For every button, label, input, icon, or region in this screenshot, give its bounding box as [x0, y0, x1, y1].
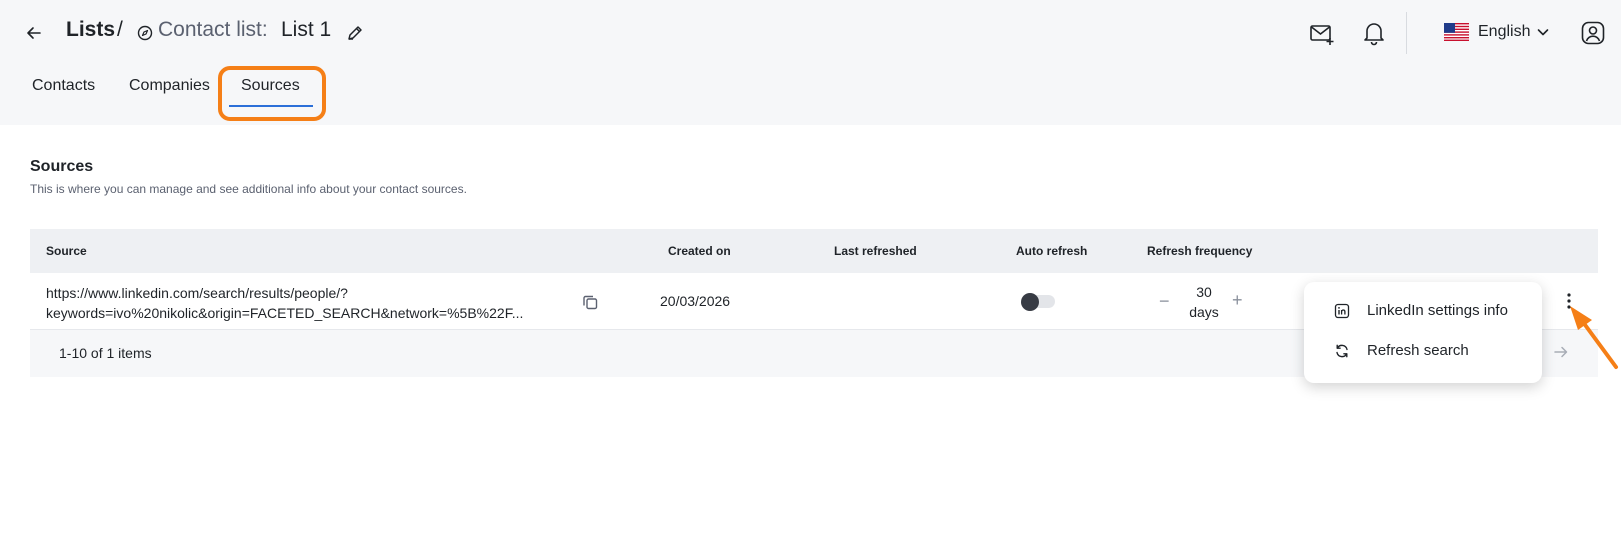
chevron-down-icon[interactable]: [1536, 25, 1550, 39]
breadcrumb-separator: /: [117, 18, 123, 41]
source-url-line1: https://www.linkedin.com/search/results/…: [46, 285, 348, 301]
frequency-decrease-button[interactable]: −: [1159, 291, 1170, 312]
column-last-refreshed: Last refreshed: [834, 244, 917, 258]
us-flag-icon[interactable]: [1444, 23, 1469, 41]
compass-icon: [137, 25, 153, 41]
created-on-value: 20/03/2026: [660, 293, 731, 309]
menu-item-label: LinkedIn settings info: [1367, 302, 1508, 319]
sources-tab-highlight: [218, 66, 326, 121]
user-account-icon[interactable]: [1580, 20, 1606, 46]
frequency-increase-button[interactable]: +: [1232, 290, 1243, 311]
frequency-number: 30: [1196, 284, 1212, 300]
section-description: This is where you can manage and see add…: [30, 182, 467, 196]
list-type-label: Contact list:: [158, 18, 268, 41]
tab-companies[interactable]: Companies: [129, 77, 210, 95]
column-refresh-frequency: Refresh frequency: [1147, 244, 1253, 258]
linkedin-icon: [1334, 303, 1350, 319]
breadcrumb-lists[interactable]: Lists: [66, 18, 115, 42]
tab-contacts[interactable]: Contacts: [32, 77, 95, 95]
annotation-arrow-icon: [1568, 304, 1620, 372]
source-url-line2: keywords=ivo%20nikolic&origin=FACETED_SE…: [46, 305, 524, 321]
toggle-knob: [1021, 293, 1039, 311]
bell-icon[interactable]: [1361, 20, 1387, 46]
menu-item-refresh-search[interactable]: Refresh search: [1304, 331, 1542, 371]
frequency-value: 30 days: [1187, 282, 1221, 322]
source-url: https://www.linkedin.com/search/results/…: [46, 283, 556, 323]
language-selector[interactable]: English: [1478, 23, 1530, 41]
menu-item-linkedin-settings[interactable]: LinkedIn settings info: [1304, 291, 1542, 331]
edit-icon[interactable]: [346, 24, 364, 42]
frequency-unit: days: [1189, 304, 1219, 320]
row-actions-menu: LinkedIn settings info Refresh search: [1304, 282, 1542, 383]
table-header: [30, 229, 1598, 273]
next-page-arrow-icon[interactable]: [1553, 344, 1569, 360]
copy-icon[interactable]: [581, 293, 599, 311]
header-divider: [1406, 12, 1407, 54]
refresh-icon: [1334, 343, 1350, 359]
column-auto-refresh: Auto refresh: [1016, 244, 1088, 258]
column-created-on: Created on: [668, 244, 731, 258]
section-title: Sources: [30, 158, 94, 175]
pagination-info: 1-10 of 1 items: [59, 345, 152, 361]
auto-refresh-toggle[interactable]: [1021, 293, 1057, 311]
column-source: Source: [46, 244, 87, 258]
back-arrow-icon[interactable]: [22, 21, 46, 45]
mail-add-icon[interactable]: [1309, 21, 1335, 47]
list-name: List 1: [281, 18, 332, 41]
menu-item-label: Refresh search: [1367, 342, 1469, 359]
